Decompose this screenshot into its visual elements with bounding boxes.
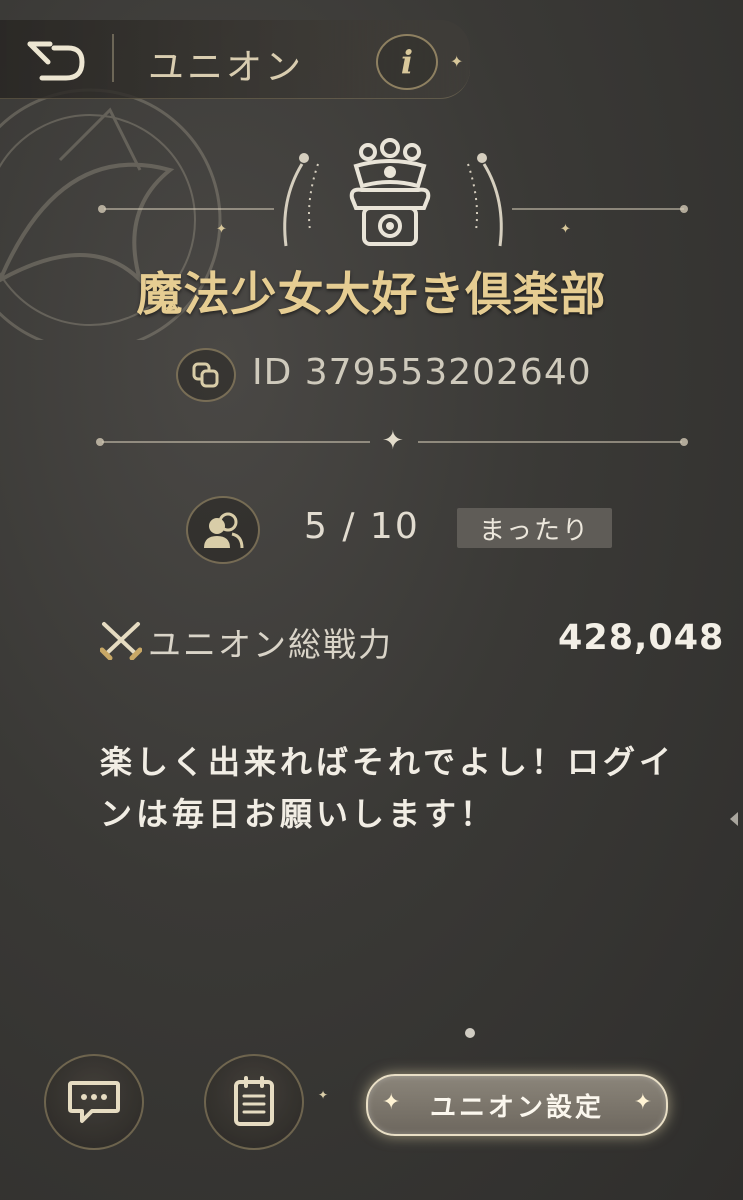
members-icon	[204, 512, 244, 549]
chat-icon	[68, 1081, 120, 1123]
copy-icon	[192, 362, 219, 388]
header-sparkle-icon: ✦	[450, 52, 464, 71]
separator-line-right	[418, 441, 682, 443]
separator-line-left	[102, 441, 370, 443]
union-settings-label: ユニオン設定	[429, 1092, 604, 1123]
notice-board-button[interactable]	[204, 1054, 304, 1150]
member-list-button[interactable]	[186, 496, 260, 564]
notice-board-icon	[234, 1076, 274, 1126]
activity-style-badge: まったり	[457, 508, 612, 548]
crossed-swords-icon	[100, 622, 142, 660]
sparkle-icon: ✦	[382, 1090, 401, 1115]
page-title: ユニオン	[148, 47, 305, 88]
deco-line-right	[512, 208, 684, 210]
union-settings-button[interactable]: ✦ ユニオン設定 ✦	[366, 1074, 668, 1136]
info-button[interactable]: i	[376, 34, 438, 90]
union-description: 楽しく出来ればそれでよし！ログインは毎日お願いします！	[100, 743, 676, 833]
deco-sparkle-icon: ✦	[216, 222, 227, 237]
page-indicator-dot	[465, 1028, 475, 1038]
union-id: ID 379553202640	[252, 352, 592, 393]
union-name: 魔法少女大好き倶楽部	[136, 267, 607, 321]
back-arrow-icon[interactable]	[22, 36, 88, 86]
info-icon: i	[400, 43, 414, 81]
copy-id-button[interactable]	[176, 348, 236, 402]
separator-dot	[680, 438, 688, 446]
deco-dot	[680, 205, 688, 213]
union-emblem-icon	[349, 138, 431, 246]
header-divider	[112, 34, 114, 82]
deco-sparkle-icon: ✦	[560, 222, 571, 237]
separator-sparkle-icon: ✦	[382, 426, 404, 456]
union-power-value: 428,048	[558, 618, 725, 658]
deco-line-left	[104, 208, 274, 210]
deco-arc-left	[283, 153, 319, 247]
union-power-label: ユニオン総戦力	[148, 625, 393, 664]
sparkle-icon: ✦	[633, 1090, 652, 1115]
chat-button[interactable]	[44, 1054, 144, 1150]
member-count: 5 / 10	[304, 506, 420, 547]
deco-arc-right	[467, 153, 503, 247]
sparkle-icon: ✦	[318, 1088, 329, 1102]
scroll-right-arrow-icon[interactable]	[730, 812, 738, 826]
